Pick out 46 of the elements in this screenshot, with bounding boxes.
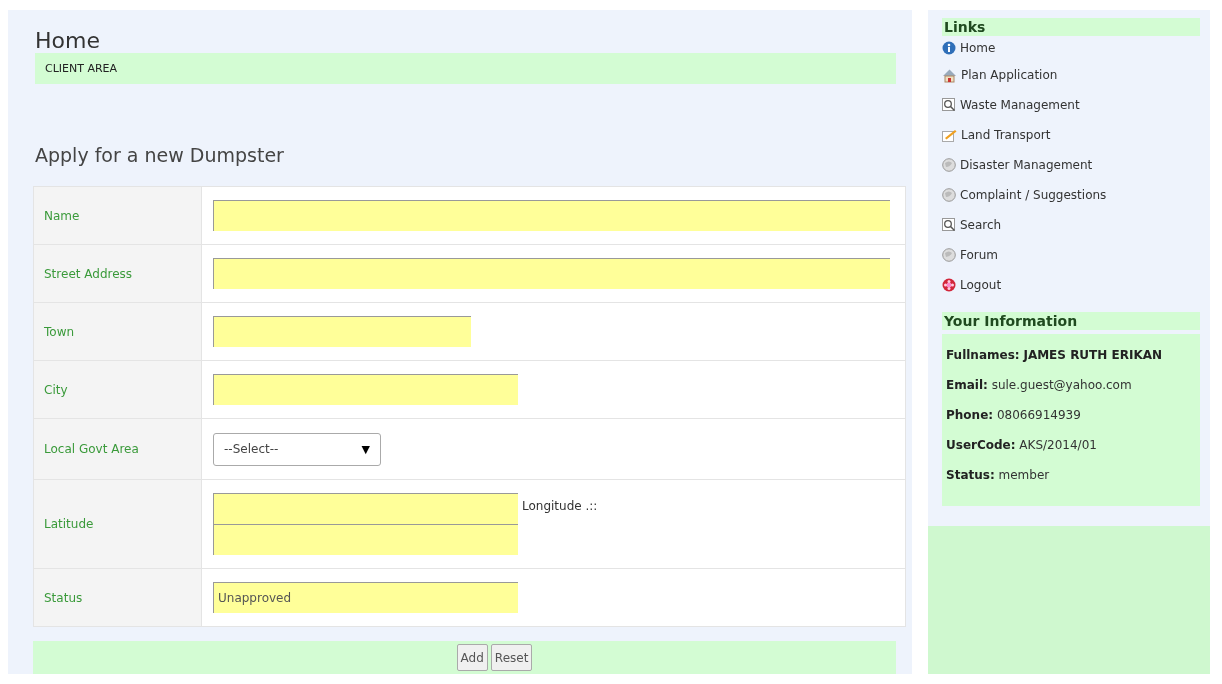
- field-label: Name: [34, 187, 202, 245]
- field-label: Status: [34, 569, 202, 627]
- house-icon: [942, 67, 957, 83]
- info-line: Status: member: [946, 467, 1051, 484]
- info-line: Phone: 08066914939: [946, 407, 1082, 424]
- sidebar-link[interactable]: Disaster Management: [942, 150, 1200, 180]
- field-label: Longitude .::: [522, 499, 598, 514]
- magnifier-icon: [942, 98, 956, 112]
- page-title: Home: [35, 28, 101, 53]
- text-field[interactable]: [213, 258, 890, 290]
- select-dropdown[interactable]: --Select-- ▼: [213, 432, 381, 466]
- client-area-banner: CLIENT AREA: [35, 53, 896, 85]
- sidebar-link[interactable]: Complaint / Suggestions: [942, 180, 1200, 210]
- globe-icon: [942, 158, 956, 172]
- text-field[interactable]: Unapproved: [213, 582, 518, 614]
- section-heading: Links: [942, 18, 1200, 36]
- field-label: Town: [34, 303, 202, 361]
- info-globe-icon: [942, 41, 956, 55]
- text-field[interactable]: [213, 200, 890, 232]
- globe-icon: [942, 188, 956, 202]
- logout-icon: [942, 278, 956, 292]
- form-button[interactable]: Reset: [490, 644, 533, 672]
- section-heading: Your Information: [942, 312, 1200, 330]
- form-button[interactable]: Add: [456, 644, 488, 672]
- text-field[interactable]: [213, 316, 471, 348]
- field-label: City: [34, 361, 202, 419]
- sidebar-link[interactable]: Land Transport: [942, 120, 1200, 150]
- sidebar-link[interactable]: Plan Application: [942, 60, 1200, 90]
- field-label: Latitude: [34, 480, 202, 569]
- form-title: Apply for a new Dumpster: [35, 144, 285, 167]
- info-line: Fullnames: JAMES RUTH ERIKAN: [946, 347, 1164, 364]
- magnifier-icon: [942, 218, 956, 232]
- text-field[interactable]: [213, 524, 518, 556]
- sidebar-link[interactable]: Home: [942, 36, 1200, 60]
- field-label: Local Govt Area: [34, 419, 202, 480]
- info-line: Email: sule.guest@yahoo.com: [946, 377, 1133, 394]
- sidebar-link[interactable]: Forum: [942, 240, 1200, 270]
- globe-icon: [942, 248, 956, 262]
- text-field[interactable]: [213, 374, 518, 406]
- text-field[interactable]: [213, 493, 518, 525]
- sidebar-link[interactable]: Logout: [942, 270, 1200, 300]
- sidebar-link[interactable]: Waste Management: [942, 90, 1200, 120]
- sidebar-link[interactable]: Search: [942, 210, 1200, 240]
- pencil-icon: [942, 128, 957, 142]
- field-label: Street Address: [34, 245, 202, 303]
- info-line: UserCode: AKS/2014/01: [946, 437, 1098, 454]
